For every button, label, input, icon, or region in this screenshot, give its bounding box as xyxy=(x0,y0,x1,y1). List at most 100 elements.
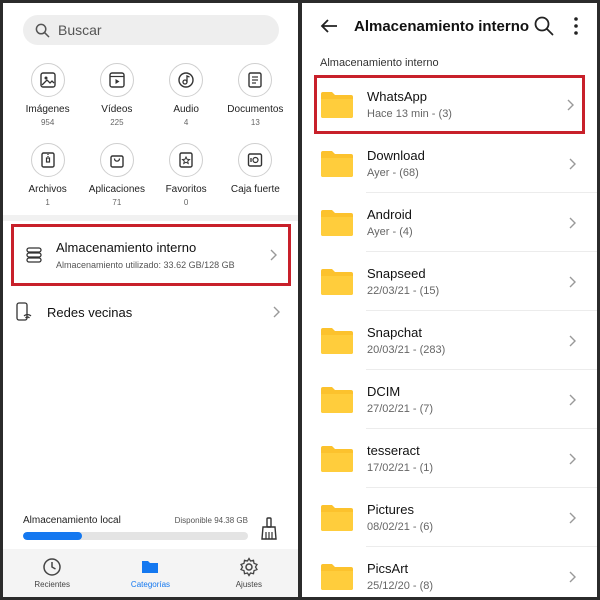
folder-list: WhatsApp Hace 13 min - (3) Download Ayer - … xyxy=(302,75,597,597)
folder-item[interactable]: Pictures 08/02/21 - (6) xyxy=(302,488,597,547)
document-icon xyxy=(248,72,263,88)
section-divider xyxy=(3,215,298,221)
category-label: Documentos xyxy=(227,104,284,115)
category-label: Aplicaciones xyxy=(88,184,145,195)
gear-icon xyxy=(239,557,258,577)
folder-name: Pictures xyxy=(367,502,414,517)
search-icon[interactable] xyxy=(533,15,555,37)
chevron-right-icon xyxy=(569,335,576,346)
category-count: 0 xyxy=(183,198,189,207)
internal-storage-title: Almacenamiento interno xyxy=(56,240,197,255)
folder-name: Snapseed xyxy=(367,266,426,281)
category-documents[interactable]: Documentos 13 xyxy=(221,63,290,135)
available-space: Disponible 94.38 GB xyxy=(174,516,248,525)
folder-item[interactable]: Download Ayer - (68) xyxy=(302,134,597,193)
folder-icon xyxy=(321,209,353,236)
folder-meta: 08/02/21 - (6) xyxy=(367,521,434,533)
category-grid: Imágenes 954 Vídeos 225 Audio 4 Document… xyxy=(3,63,298,215)
chevron-right-icon xyxy=(569,512,576,523)
folder-meta: 25/12/20 - (8) xyxy=(367,580,434,592)
safe-icon xyxy=(248,153,263,167)
categories-panel: Buscar Imágenes 954 Vídeos 225 Audio 4 D… xyxy=(3,3,298,597)
local-storage-summary: Almacenamiento local Disponible 94.38 GB xyxy=(23,515,293,540)
category-audio[interactable]: Audio 4 xyxy=(152,63,221,135)
back-arrow-icon[interactable] xyxy=(318,15,340,37)
search-input[interactable]: Buscar xyxy=(23,15,279,45)
tab-label: Ajustes xyxy=(235,580,262,589)
category-count: 225 xyxy=(110,118,124,127)
folder-item[interactable]: tesseract 17/02/21 - (1) xyxy=(302,429,597,488)
category-safe[interactable]: Caja fuerte xyxy=(221,143,290,215)
chevron-right-icon xyxy=(569,158,576,169)
folder-icon xyxy=(142,561,159,573)
category-label: Caja fuerte xyxy=(230,184,280,195)
music-icon xyxy=(178,72,194,88)
chevron-right-icon xyxy=(569,217,576,228)
nearby-networks-label: Redes vecinas xyxy=(47,304,133,320)
internal-storage-panel: Almacenamiento interno Almacenamiento in… xyxy=(302,3,597,597)
cleanup-brush-icon[interactable] xyxy=(258,517,280,541)
category-label: Favoritos xyxy=(165,184,207,195)
category-images[interactable]: Imágenes 954 xyxy=(13,63,82,135)
folder-meta: 17/02/21 - (1) xyxy=(367,462,434,474)
folder-name: Android xyxy=(367,207,412,222)
search-icon xyxy=(35,23,50,37)
tab-label: Categorías xyxy=(130,580,171,589)
video-icon xyxy=(109,72,125,88)
folder-meta: Ayer - (4) xyxy=(367,226,413,238)
folder-icon xyxy=(321,563,353,590)
tab-categorias[interactable]: Categorías xyxy=(101,549,199,597)
category-apps[interactable]: Aplicaciones 71 xyxy=(82,143,151,215)
top-app-bar: Almacenamiento interno xyxy=(302,3,597,49)
nearby-networks-item[interactable]: Redes vecinas xyxy=(15,295,291,329)
folder-item[interactable]: PicsArt 25/12/20 - (8) xyxy=(302,547,597,597)
folder-item[interactable]: Snapchat 20/03/21 - (283) xyxy=(302,311,597,370)
category-label: Vídeos xyxy=(101,104,133,115)
folder-name: Download xyxy=(367,148,425,163)
folder-icon xyxy=(321,445,353,472)
category-count: 71 xyxy=(112,198,122,207)
category-label: Imágenes xyxy=(25,104,70,115)
folder-meta: Hace 13 min - (3) xyxy=(367,108,452,120)
chevron-right-icon xyxy=(567,99,574,110)
clock-icon xyxy=(43,558,61,576)
tab-ajustes[interactable]: Ajustes xyxy=(200,549,298,597)
folder-icon xyxy=(321,150,353,177)
category-count: 1 xyxy=(45,198,50,207)
category-count: 4 xyxy=(183,118,189,127)
image-icon xyxy=(39,72,56,88)
chevron-right-icon xyxy=(569,571,576,582)
internal-storage-item[interactable]: Almacenamiento interno Almacenamiento ut… xyxy=(11,224,291,286)
folder-icon xyxy=(321,386,353,413)
folder-meta: 20/03/21 - (283) xyxy=(367,344,446,356)
more-options-icon[interactable] xyxy=(565,15,587,37)
folder-name: DCIM xyxy=(367,384,401,399)
chevron-right-icon xyxy=(270,249,277,261)
folder-meta: Ayer - (68) xyxy=(367,167,419,179)
folder-name: WhatsApp xyxy=(367,89,427,104)
page-title: Almacenamiento interno xyxy=(354,17,530,35)
folder-icon xyxy=(321,91,353,118)
nearby-device-icon xyxy=(16,302,32,321)
search-placeholder: Buscar xyxy=(58,22,102,38)
category-favorites[interactable]: Favoritos 0 xyxy=(152,143,221,215)
folder-icon xyxy=(321,504,353,531)
star-icon xyxy=(179,152,193,168)
bottom-navigation: Recientes Categorías Ajustes xyxy=(3,549,298,597)
category-label: Archivos xyxy=(28,184,67,195)
folder-item[interactable]: WhatsApp Hace 13 min - (3) xyxy=(314,75,585,134)
tab-recientes[interactable]: Recientes xyxy=(3,549,101,597)
chevron-right-icon xyxy=(569,394,576,405)
chevron-right-icon xyxy=(569,276,576,287)
category-archives[interactable]: Archivos 1 xyxy=(13,143,82,215)
folder-icon xyxy=(321,268,353,295)
storage-icon xyxy=(26,247,42,263)
folder-item[interactable]: Snapseed 22/03/21 - (15) xyxy=(302,252,597,311)
folder-meta: 22/03/21 - (15) xyxy=(367,285,440,297)
folder-item[interactable]: DCIM 27/02/21 - (7) xyxy=(302,370,597,429)
category-count: 13 xyxy=(250,118,260,127)
category-videos[interactable]: Vídeos 225 xyxy=(82,63,151,135)
breadcrumb[interactable]: Almacenamiento interno xyxy=(320,57,439,69)
folder-item[interactable]: Android Ayer - (4) xyxy=(302,193,597,252)
chevron-right-icon xyxy=(569,453,576,464)
